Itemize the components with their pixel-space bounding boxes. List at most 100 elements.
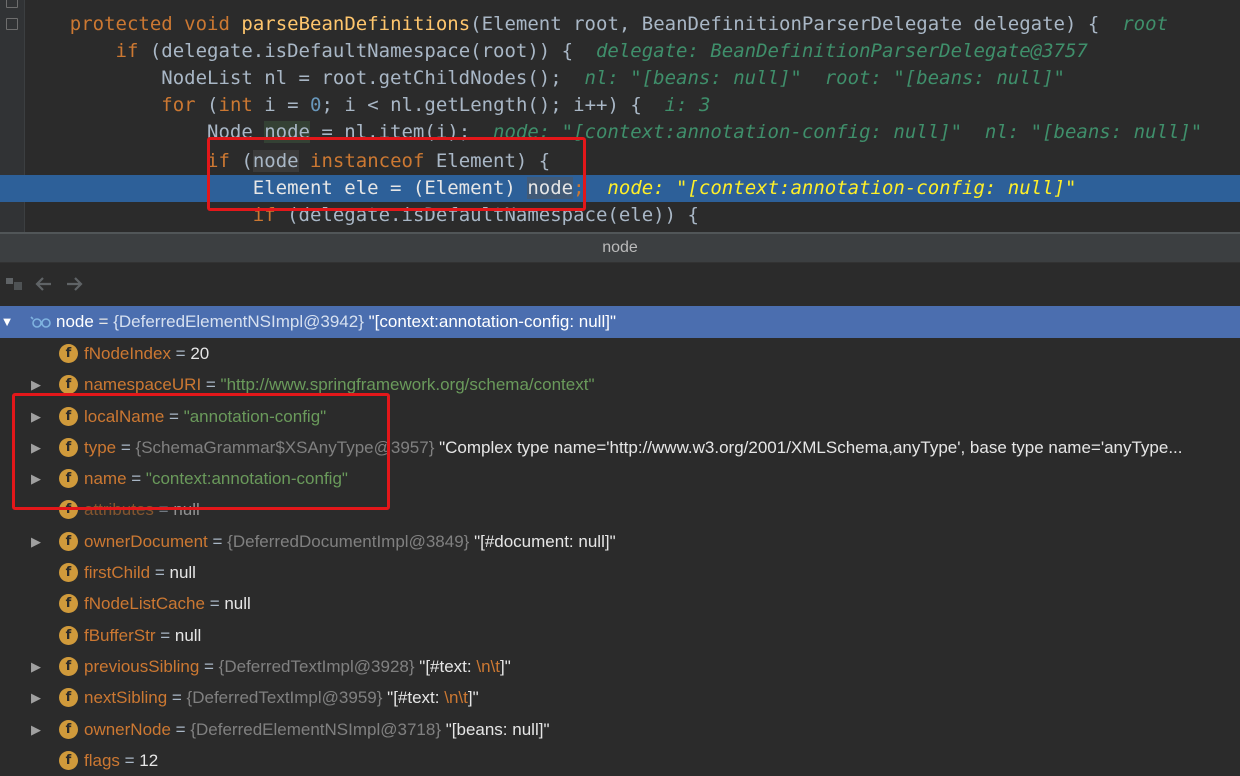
field-name: flags [84,750,120,770]
variable-name: node [56,312,94,331]
tree-row[interactable]: f fNodeIndex = 20 [0,338,1240,369]
object-description-end: ]" [467,688,479,708]
field-string-value: "annotation-config" [183,406,327,426]
field-value: null [174,625,202,645]
field-string-value: "context:annotation-config" [145,469,348,489]
code-line[interactable]: if (delegate.isDefaultNamespace(root)) {… [0,38,1240,65]
watch-glasses-icon [30,316,51,328]
code-line[interactable]: if (delegate.isDefaultNamespace(ele)) { [0,202,1240,229]
field-icon: f [59,750,78,770]
code-token: if [252,204,276,226]
object-reference: {DeferredDocumentImpl@3849} [227,531,470,551]
code-line-current[interactable]: Element ele = (Element) node; node: "[co… [0,175,1240,202]
field-value: null [169,563,196,583]
code-line[interactable]: NodeList nl = root.getChildNodes(); nl: … [0,65,1240,92]
panel-toolbar [0,263,1240,305]
object-description: "[#text: [419,656,477,676]
tree-row-root[interactable]: ▼ node = {DeferredElementNSImpl@3942} "[c… [0,306,1240,338]
tree-row[interactable]: ▶ f ownerNode = {DeferredElementNSImpl@371… [0,714,1240,745]
field-name: namespaceURI [84,375,202,395]
code-token: = nl.item(i); [309,121,494,143]
collapse-arrow-icon[interactable]: ▼ [0,306,14,338]
code-token: node: "[context:annotation-config: null]… [607,177,1077,199]
code-token: instanceof [310,150,425,172]
field-icon: f [59,625,78,645]
expand-arrow-icon[interactable]: ▶ [29,463,43,494]
expand-arrow-icon[interactable]: ▶ [29,432,43,463]
code-token: nl: "[beans: null]" root: "[beans: null]… [584,67,1065,89]
code-token: Element ele = (Element) [24,177,528,199]
expand-arrow-icon[interactable]: ▶ [29,714,43,745]
field-value: 20 [190,344,210,363]
code-token: node [527,177,574,199]
field-name: fBufferStr [84,625,156,645]
field-icon: f [59,531,78,551]
code-token: node [252,150,299,172]
object-description: "Complex type name='http://www.w3.org/20… [439,437,1183,457]
object-description: "[context:annotation-config: null]" [368,312,616,331]
panel-title: node [0,234,1240,263]
field-name: ownerDocument [84,531,208,551]
back-arrow-icon[interactable] [34,274,54,294]
expand-arrow-icon[interactable]: ▶ [29,651,43,682]
tree-row[interactable]: ▶ f type = {SchemaGrammar$XSAnyType@3957} … [0,432,1240,463]
forward-arrow-icon[interactable] [64,274,84,294]
code-token: node [264,121,310,143]
tree-row[interactable]: ▶ f namespaceURI = "http://www.springframe… [0,369,1240,400]
code-token: i = [252,94,311,116]
code-line[interactable]: protected void parseBeanDefinitions(Elem… [0,11,1240,38]
code-token: ( [195,94,219,116]
field-name: fNodeListCache [84,594,205,614]
variables-tree[interactable]: ▼ node = {DeferredElementNSImpl@3942} "[c… [0,306,1240,776]
field-icon: f [59,719,78,739]
tree-row[interactable]: f fBufferStr = null [0,620,1240,651]
tree-row[interactable]: f flags = 12 [0,745,1240,776]
expand-arrow-icon[interactable]: ▶ [29,369,43,400]
code-token: (delegate.isDefaultNamespace(ele)) { [275,204,699,226]
code-token: protected [69,13,173,35]
expand-arrow-icon[interactable]: ▶ [29,401,43,432]
code-token: if [115,40,139,62]
tree-row[interactable]: f firstChild = null [0,557,1240,588]
tree-row[interactable]: f fNodeListCache = null [0,588,1240,619]
field-value: null [173,500,200,520]
code-token: Node [24,121,265,143]
code-editor[interactable]: protected void parseBeanDefinitions(Elem… [0,0,1240,234]
code-token: parseBeanDefinitions [241,13,471,35]
field-string-value: "http://www.springframework.org/schema/c… [220,375,595,395]
code-token: ; i < nl.getLength(); i++) { [321,94,665,116]
tree-row[interactable]: ▶ f ownerDocument = {DeferredDocumentImpl@… [0,526,1240,557]
code-token: (Element root, BeanDefinitionParserDeleg… [470,13,1123,35]
code-token: if [207,150,230,172]
fold-marker-icon[interactable] [6,0,18,8]
tree-row[interactable]: ▶ f name = "context:annotation-config" [0,463,1240,494]
object-description: "[beans: null]" [445,719,550,739]
tree-row[interactable]: ▶ f previousSibling = {DeferredTextImpl@39… [0,651,1240,682]
variables-panel: node ▼ node = {DeferredElementNSImpl@3942… [0,232,1240,776]
field-name: attributes [84,500,154,520]
code-line[interactable]: Node node = nl.item(i); node: "[context:… [0,119,1240,146]
tree-row[interactable]: ▶ f localName = "annotation-config" [0,401,1240,432]
escape-chars: \n\t [444,688,468,708]
field-icon: f [59,563,78,583]
expand-arrow-icon[interactable]: ▶ [29,682,43,713]
field-name: nextSibling [84,688,168,708]
code-line[interactable]: if (node instanceof Element) { [0,148,1240,175]
field-name: localName [84,406,165,426]
tree-row[interactable]: f attributes = null [0,494,1240,525]
object-description: "[#document: null]" [474,531,616,551]
code-line[interactable]: for (int i = 0; i < nl.getLength(); i++)… [0,92,1240,119]
field-name: firstChild [84,563,151,583]
expand-arrow-icon[interactable]: ▶ [29,526,43,557]
code-token: ; [573,177,608,199]
object-reference: {DeferredElementNSImpl@3718} [190,719,441,739]
tree-row[interactable]: ▶ f nextSibling = {DeferredTextImpl@3959} … [0,682,1240,713]
field-icon: f [59,688,78,708]
restore-layout-icon[interactable] [4,274,24,294]
code-token: Element) { [424,150,551,172]
field-name: previousSibling [84,656,200,676]
field-name: fNodeIndex [84,344,171,363]
field-icon: f [59,344,78,363]
